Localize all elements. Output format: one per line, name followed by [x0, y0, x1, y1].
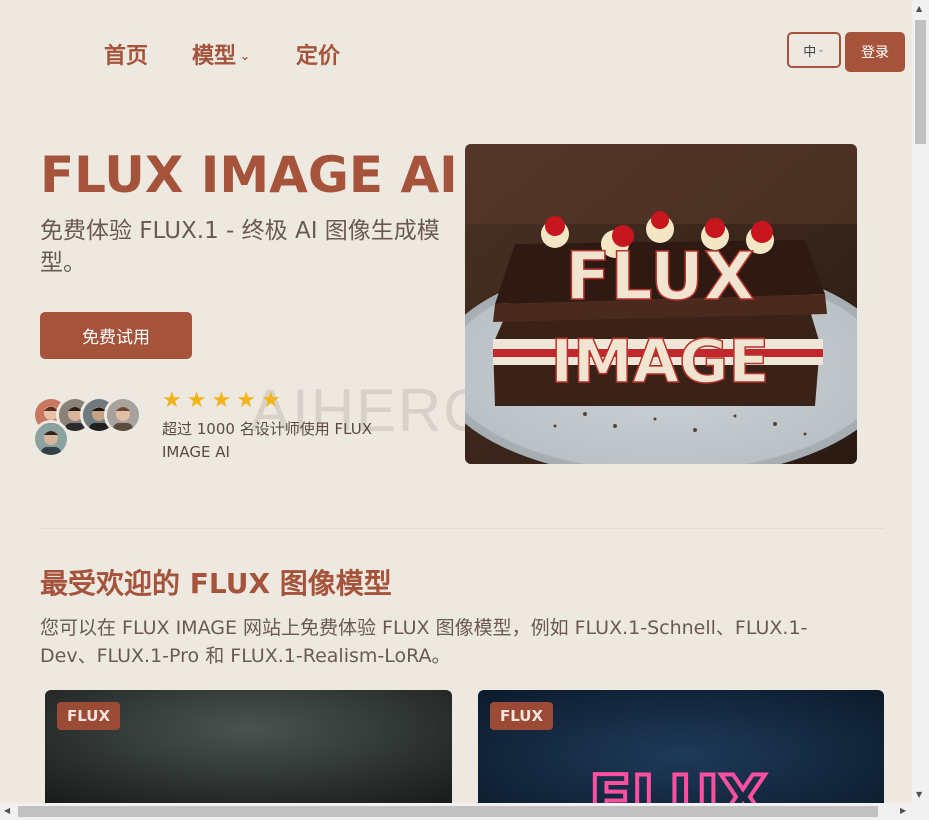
model-card[interactable]: FLUX FLUX	[478, 690, 884, 820]
section-divider	[40, 528, 885, 529]
model-card[interactable]: FLUX	[45, 690, 452, 820]
nav-home-link[interactable]: 首页	[104, 38, 148, 70]
nav-models-dropdown[interactable]: 模型 ⌄	[192, 38, 250, 70]
star-icon: ★	[260, 388, 281, 413]
hero-subtitle: 免费体验 FLUX.1 - 终极 AI 图像生成模型。	[40, 218, 440, 276]
language-label: 中	[803, 44, 817, 60]
flux-badge: FLUX	[490, 702, 554, 730]
section-title: 最受欢迎的 FLUX 图像模型	[40, 567, 392, 600]
horizontal-scroll-thumb[interactable]	[18, 806, 878, 817]
avatar	[104, 396, 142, 434]
scroll-left-icon[interactable]: ◀	[4, 806, 10, 815]
scroll-right-icon[interactable]: ▶	[900, 806, 906, 815]
star-icon: ★	[211, 388, 232, 413]
star-icon: ★	[186, 388, 207, 413]
login-button[interactable]: 登录	[845, 32, 905, 72]
section-description: 您可以在 FLUX IMAGE 网站上免费体验 FLUX 图像模型，例如 FLU…	[40, 617, 808, 667]
social-proof-text: 超过 1000 名设计师使用 FLUX IMAGE AI	[162, 420, 372, 461]
hero-title: FLUX IMAGE AI	[40, 146, 458, 204]
scroll-down-icon[interactable]: ▼	[916, 790, 922, 799]
star-icon: ★	[236, 388, 256, 413]
chevron-down-icon: ⌄	[817, 45, 825, 55]
nav-pricing-link[interactable]: 定价	[296, 38, 340, 70]
avatar	[32, 420, 70, 458]
vertical-scroll-thumb[interactable]	[915, 20, 926, 144]
nav-models-label: 模型	[192, 44, 237, 69]
chevron-down-icon: ⌄	[240, 49, 251, 63]
free-trial-button[interactable]: 免费试用	[40, 312, 192, 359]
scroll-up-icon[interactable]: ▲	[916, 4, 922, 13]
flux-badge: FLUX	[57, 702, 121, 730]
star-icon: ★	[162, 388, 182, 413]
rating-stars: ★ ★ ★ ★ ★	[162, 390, 281, 412]
cake-text-top: FLUX	[565, 238, 754, 315]
hero-image: FLUX IMAGE	[465, 144, 857, 464]
cake-text-bottom: IMAGE	[551, 327, 770, 397]
language-select[interactable]: 中 ⌄	[787, 32, 841, 68]
